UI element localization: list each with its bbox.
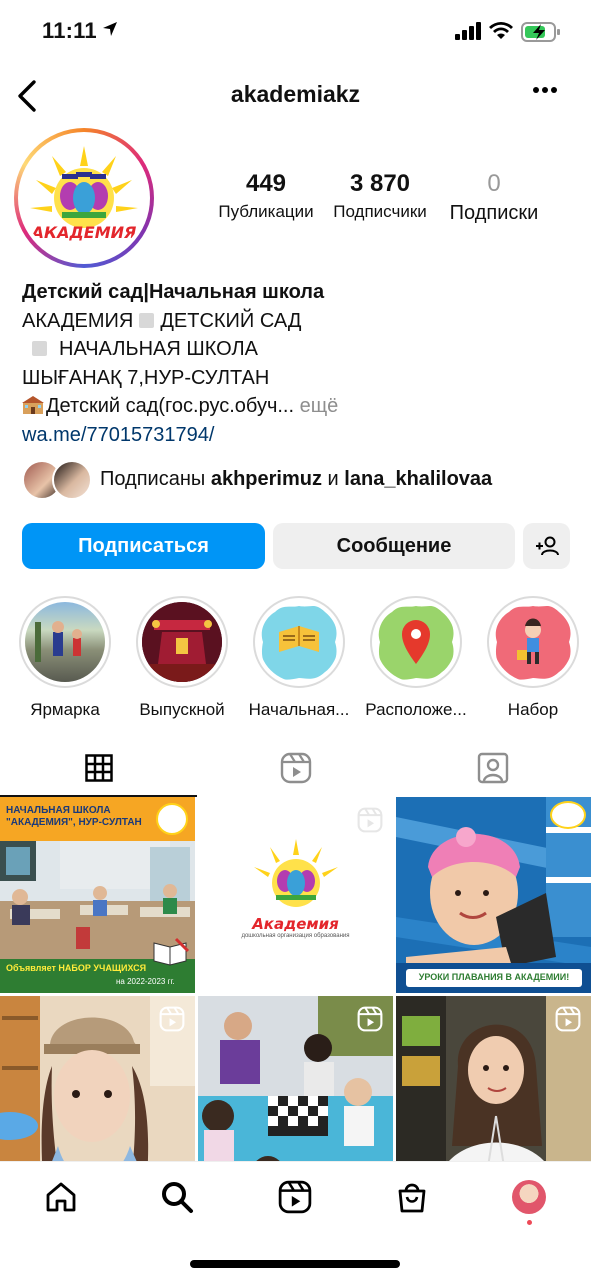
bio-text: АКАДЕМИЯ	[22, 309, 134, 332]
stat-following-label: Подписки	[449, 202, 539, 224]
book-pencil-icon	[153, 937, 190, 966]
posts-grid: НАЧАЛЬНАЯ ШКОЛА "АКАДЕМИЯ", НУР-СУЛТАН О…	[0, 797, 591, 1161]
post-thumbnail[interactable]: УРОКИ ПЛАВАНИЯ В АКАДЕМИИ!	[396, 797, 591, 993]
battery-charging-icon	[521, 22, 560, 42]
post-logo-text: Академия	[252, 915, 339, 933]
search-icon[interactable]	[160, 1180, 194, 1214]
highlight-item[interactable]: Набор	[487, 596, 579, 720]
followed-user-2[interactable]: lana_khalilovaa	[344, 468, 492, 490]
more-options-icon[interactable]	[532, 86, 558, 94]
highlight-label: Начальная...	[248, 700, 350, 719]
home-icon[interactable]	[44, 1180, 78, 1214]
reels-icon	[280, 752, 311, 784]
bio-more-link[interactable]: ещё	[294, 395, 339, 417]
message-button[interactable]: Сообщение	[273, 523, 515, 569]
profile-username: akademiakz	[230, 81, 361, 107]
shop-bag-icon[interactable]	[395, 1180, 429, 1214]
akademia-logo	[254, 839, 338, 907]
follower-avatar	[52, 460, 92, 500]
svg-text:АКАДЕМИЯ: АКАДЕМИЯ	[30, 223, 137, 242]
reels-icon	[357, 807, 383, 833]
profile-header: akademiakz	[0, 72, 591, 118]
home-indicator	[190, 1260, 400, 1268]
square-bullet-icon	[139, 312, 155, 328]
reels-icon	[357, 1006, 383, 1032]
highlight-cover	[259, 602, 339, 682]
profile-name: Детский сад|Начальная школа	[22, 281, 325, 303]
tagged-person-icon	[477, 752, 508, 784]
followed-user-1[interactable]: akhperimuz	[211, 468, 322, 490]
wifi-icon	[489, 22, 513, 39]
tab-reels[interactable]	[197, 740, 394, 796]
status-time: 11:11	[42, 18, 97, 43]
highlight-item[interactable]: Ярмарка	[19, 596, 111, 720]
post-caption-text: УРОКИ ПЛАВАНИЯ В АКАДЕМИИ!	[418, 972, 570, 982]
highlight-label: Ярмарка	[30, 700, 100, 719]
followed-prefix: Подписаны	[100, 468, 211, 490]
stat-posts-label: Публикации	[218, 202, 314, 221]
square-bullet-icon	[32, 341, 47, 356]
highlight-item[interactable]: Расположе...	[365, 596, 467, 720]
highlight-label: Набор	[507, 700, 559, 719]
cellular-signal-icon	[455, 22, 481, 40]
post-thumbnail[interactable]	[396, 996, 591, 1161]
highlight-cover	[376, 602, 456, 682]
grid-icon	[84, 754, 113, 782]
stat-posts-count: 449	[245, 170, 287, 197]
profile-tabs	[0, 740, 591, 797]
bio-text: НАЧАЛЬНАЯ ШКОЛА	[59, 338, 258, 360]
profile-bio: Детский сад|Начальная школа АКАДЕМИЯ ДЕТС…	[22, 278, 572, 449]
profile-actions: Подписаться Сообщение	[22, 523, 570, 569]
stat-following[interactable]: 0 Подписки	[438, 170, 550, 225]
reels-icon	[159, 1006, 185, 1032]
reels-icon[interactable]	[278, 1180, 312, 1214]
school-building-icon	[22, 396, 44, 414]
post-footer-year: на 2022-2023 гг.	[116, 977, 175, 986]
akademia-logo	[550, 801, 586, 829]
bio-line-1: АКАДЕМИЯ ДЕТСКИЙ САД	[22, 307, 572, 336]
highlight-cover	[142, 602, 222, 682]
bio-text: Детский сад(гос.рус.обуч...	[46, 395, 295, 417]
followed-joiner: и	[322, 468, 345, 490]
highlight-item[interactable]: Начальная...	[249, 596, 349, 720]
location-arrow-icon	[103, 22, 117, 36]
followed-by-row[interactable]: Подписаны akhperimuz и lana_khalilovaa	[22, 460, 582, 500]
follow-button[interactable]: Подписаться	[22, 523, 265, 569]
bio-text: ДЕТСКИЙ САД	[160, 309, 302, 332]
tab-tagged[interactable]	[394, 740, 591, 796]
highlight-label: Расположе...	[365, 700, 467, 719]
tab-posts-grid[interactable]	[0, 740, 197, 797]
post-thumbnail[interactable]	[0, 996, 195, 1161]
stat-posts[interactable]: 449 Публикации	[210, 170, 322, 222]
akademia-logo: АКАДЕМИЯ	[22, 136, 146, 260]
bio-line-2: НАЧАЛЬНАЯ ШКОЛА	[22, 335, 572, 364]
post-thumbnail[interactable]	[198, 996, 393, 1161]
post-logo-subtitle: дошкольная организация образования	[241, 933, 350, 939]
reels-icon	[555, 1006, 581, 1032]
profile-avatar[interactable]: АКАДЕМИЯ	[14, 128, 154, 268]
notification-dot	[527, 1220, 532, 1225]
followed-by-text: Подписаны akhperimuz и lana_khalilovaa	[100, 468, 492, 491]
stat-followers-label: Подписчики	[333, 202, 427, 221]
post-thumbnail[interactable]: Академия дошкольная организация образова…	[198, 797, 393, 993]
bio-website-link[interactable]: wa.me/77015731794/	[22, 421, 572, 450]
post-footer-text: Объявляет НАБОР УЧАЩИХСЯ	[6, 963, 147, 973]
highlight-item[interactable]: Выпускной	[136, 596, 228, 720]
bio-line-3: ШЫҒАНАҚ 7,НУР-СУЛТАН	[22, 366, 270, 389]
stat-followers-count: 3 870	[349, 170, 411, 197]
highlight-cover	[25, 602, 105, 682]
post-title-text: НАЧАЛЬНАЯ ШКОЛА "АКАДЕМИЯ", НУР-СУЛТАН	[6, 805, 142, 828]
add-person-icon	[535, 536, 559, 556]
profile-stats: 449 Публикации 3 870 Подписчики 0 Подпис…	[210, 170, 550, 230]
highlight-label: Выпускной	[139, 700, 225, 719]
stat-followers[interactable]: 3 870 Подписчики	[326, 170, 434, 222]
highlight-cover	[493, 602, 573, 682]
profile-tab-avatar[interactable]	[512, 1180, 546, 1214]
akademia-logo	[156, 803, 188, 835]
post-thumbnail[interactable]: НАЧАЛЬНАЯ ШКОЛА "АКАДЕМИЯ", НУР-СУЛТАН О…	[0, 797, 195, 993]
status-bar: 11:11	[0, 0, 591, 64]
suggested-users-button[interactable]	[523, 523, 570, 569]
bio-line-4: Детский сад(гос.рус.обуч... ещё	[22, 392, 572, 421]
stat-following-count: 0	[487, 170, 501, 197]
